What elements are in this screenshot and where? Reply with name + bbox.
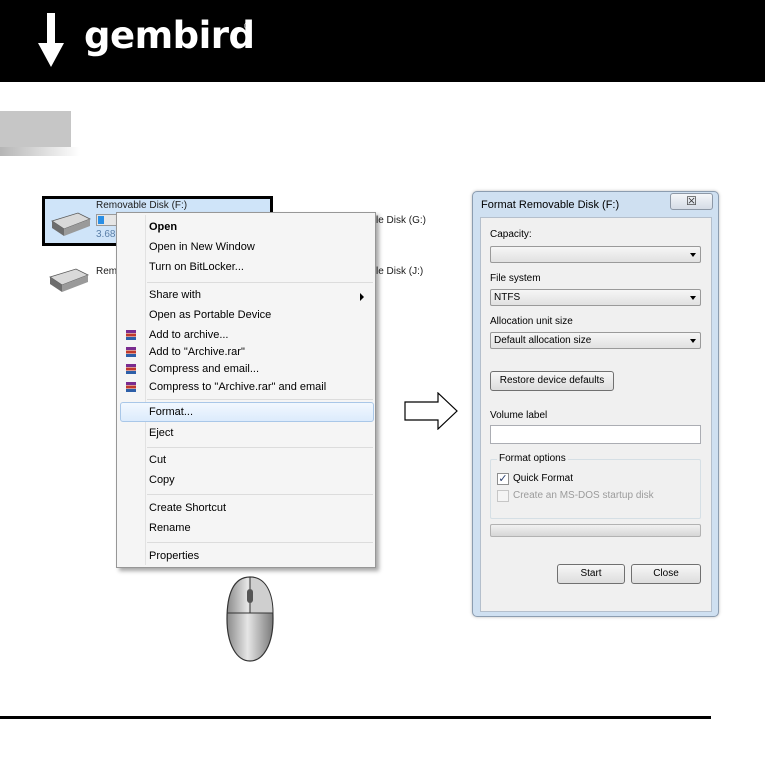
menu-item-add-archive[interactable]: Add to archive... (149, 327, 229, 343)
close-button[interactable]: Close (631, 564, 701, 584)
chevron-down-icon (690, 296, 696, 300)
menu-item-format[interactable]: Format... (149, 404, 193, 420)
dialog-body: Capacity: File system NTFS Allocation un… (480, 217, 712, 612)
capacity-label: Capacity: (490, 229, 532, 240)
menu-separator (147, 447, 373, 448)
allocation-dropdown[interactable]: Default allocation size (490, 332, 701, 349)
quick-format-label: Quick Format (513, 473, 574, 484)
file-system-label: File system (490, 273, 541, 284)
menu-item-properties[interactable]: Properties (149, 548, 199, 564)
menu-item-share-with[interactable]: Share with (149, 287, 201, 303)
menu-item-portable-device[interactable]: Open as Portable Device (149, 307, 271, 323)
format-options-group: Format options ✓ Quick Format Create an … (490, 453, 701, 519)
drive-j-title[interactable]: le Disk (J:) (376, 266, 423, 277)
registered-mark: ® (244, 21, 251, 31)
menu-item-eject[interactable]: Eject (149, 425, 173, 441)
drive-f-size: 3.68 (96, 229, 116, 240)
file-system-value: NTFS (494, 292, 521, 303)
capacity-dropdown[interactable] (490, 246, 701, 263)
winrar-icon (126, 364, 136, 374)
menu-item-rename[interactable]: Rename (149, 520, 191, 536)
chevron-down-icon (690, 253, 696, 257)
drive-e-title[interactable]: Rem (96, 266, 117, 277)
step-tab (0, 111, 71, 147)
volume-label-label: Volume label (490, 410, 548, 421)
menu-item-bitlocker[interactable]: Turn on BitLocker... (149, 259, 244, 275)
header-banner: gembird ® (0, 0, 765, 82)
winrar-icon (126, 330, 136, 340)
drive-f-title: Removable Disk (F:) (96, 200, 188, 211)
file-system-dropdown[interactable]: NTFS (490, 289, 701, 306)
format-options-legend: Format options (497, 453, 568, 464)
close-icon[interactable]: ☒ (670, 193, 713, 210)
menu-separator (147, 494, 373, 495)
format-dialog: Format Removable Disk (F:) ☒ Capacity: F… (472, 191, 719, 617)
allocation-value: Default allocation size (494, 335, 592, 346)
menu-separator (147, 542, 373, 543)
menu-item-add-archive-rar[interactable]: Add to "Archive.rar" (149, 344, 245, 360)
dialog-title: Format Removable Disk (F:) (481, 199, 620, 211)
menu-item-compress-email[interactable]: Compress and email... (149, 361, 259, 377)
winrar-icon (126, 347, 136, 357)
menu-item-create-shortcut[interactable]: Create Shortcut (149, 500, 226, 516)
quick-format-checkbox[interactable]: ✓ (497, 473, 509, 485)
usb-drive-icon (51, 212, 91, 236)
menu-item-cut[interactable]: Cut (149, 452, 166, 468)
winrar-icon (126, 382, 136, 392)
menu-gutter (145, 215, 146, 565)
chevron-right-icon (360, 293, 364, 301)
context-menu: Open Open in New Window Turn on BitLocke… (116, 212, 376, 568)
menu-item-compress-rar-email[interactable]: Compress to "Archive.rar" and email (149, 379, 326, 395)
right-arrow-icon (404, 392, 458, 430)
chevron-down-icon (690, 339, 696, 343)
step-tab-shadow (0, 147, 80, 156)
restore-defaults-button[interactable]: Restore device defaults (490, 371, 614, 391)
menu-separator (147, 399, 373, 400)
menu-item-open[interactable]: Open (149, 219, 177, 235)
footer-rule (0, 716, 711, 719)
drive-f-usage-fill (98, 216, 104, 224)
usb-drive-icon (49, 268, 89, 292)
menu-separator (147, 282, 373, 283)
menu-item-open-new-window[interactable]: Open in New Window (149, 239, 255, 255)
start-button[interactable]: Start (557, 564, 625, 584)
msdos-label: Create an MS-DOS startup disk (513, 490, 654, 501)
format-progress-bar (490, 524, 701, 537)
allocation-label: Allocation unit size (490, 316, 573, 327)
volume-label-input[interactable] (490, 425, 701, 444)
drive-g-title[interactable]: le Disk (G:) (376, 215, 426, 226)
menu-item-copy[interactable]: Copy (149, 472, 175, 488)
msdos-checkbox[interactable] (497, 490, 509, 502)
mouse-right-click-icon (226, 576, 274, 662)
gembird-logo-icon (38, 13, 64, 67)
brand-name: gembird (84, 14, 255, 57)
